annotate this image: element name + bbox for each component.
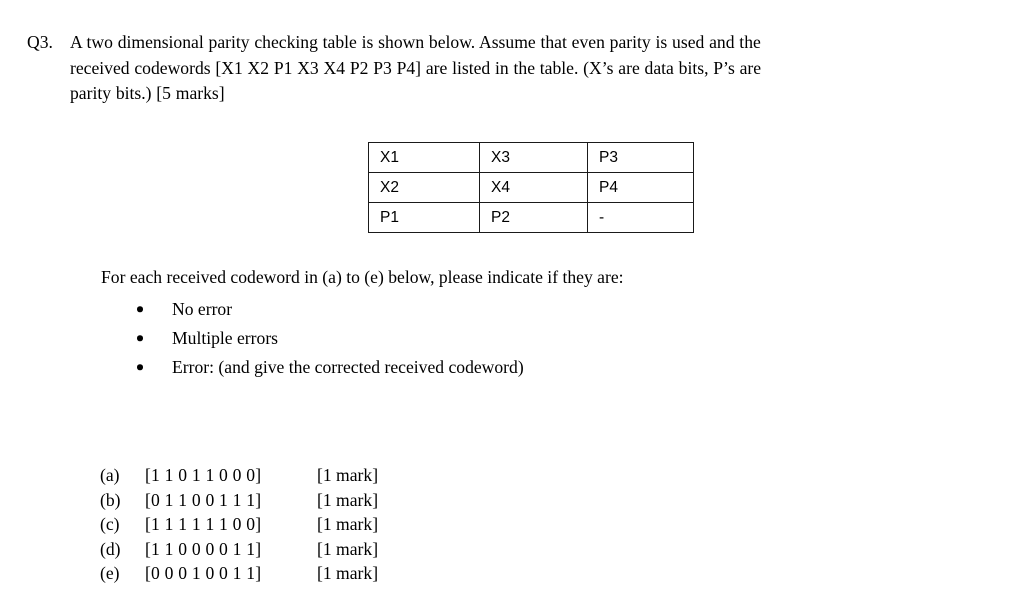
table-cell-p2: P2 [479,202,588,233]
table-cell-p4: P4 [587,172,694,203]
table-cell-x3: X3 [479,142,588,173]
codeword-row-b: (b) [0 1 1 0 0 1 1 1] [1 mark] [100,488,378,513]
list-item-label: No error [172,298,233,319]
codeword-bits: [1 1 1 1 1 1 0 0] [145,514,262,535]
bullet-point-icon [137,335,143,341]
bullet-point-icon [137,306,143,312]
list-item: No error [101,295,961,324]
list-item-label: Multiple errors [172,327,279,348]
table-row: X1 X3 P3 [368,142,694,173]
table-cell-p1: P1 [368,202,480,233]
list-item: Multiple errors [101,324,961,353]
list-item-label: Error: (and give the corrected received … [172,356,524,377]
table-cell-x1: X1 [368,142,480,173]
question-stem-text: A two dimensional parity checking table … [70,30,1007,107]
codeword-label: (a) [100,465,120,485]
codeword-bits: [0 0 0 1 0 0 1 1] [145,563,262,584]
question-number-label: Q3. [27,32,53,52]
table-cell-x2: X2 [368,172,480,203]
table-cell-unused: - [587,202,694,233]
question-row: Q3. A two dimensional parity checking ta… [27,30,1007,107]
codeword-row-d: (d) [1 1 0 0 0 0 1 1] [1 mark] [100,537,378,562]
answer-options-list: No error Multiple errors Error: (and giv… [101,295,961,382]
parity-table-container: X1 X3 P3 X2 X4 P4 P1 P2 - [368,142,694,233]
codeword-bits: [1 1 0 0 0 0 1 1] [145,538,262,559]
codeword-bits: [1 1 0 1 1 0 0 0] [145,465,262,485]
codeword-mark: [1 mark] [317,489,379,510]
table-row: X2 X4 P4 [368,172,694,203]
table-cell-p3: P3 [587,142,694,173]
question-stem-line: A two dimensional parity checking table … [70,32,761,52]
codeword-label: (d) [100,538,121,559]
codeword-label: (c) [100,514,120,535]
codeword-mark: [1 mark] [317,538,379,559]
codeword-row-e: (e) [0 0 0 1 0 0 1 1] [1 mark] [100,561,378,586]
codeword-list: (a) [1 1 0 1 1 0 0 0] [1 mark] (b) [0 1 … [100,463,378,586]
table-cell-x4: X4 [479,172,588,203]
question-stem-line: parity bits.) [5 marks] [70,83,225,103]
codeword-mark: [1 mark] [317,563,379,584]
question-stem-line: received codewords [X1 X2 P1 X3 X4 P2 P3… [70,57,762,78]
codeword-row-c: (c) [1 1 1 1 1 1 0 0] [1 mark] [100,512,378,537]
instructions-block: For each received codeword in (a) to (e)… [101,265,961,382]
bullet-point-icon [137,364,143,370]
codeword-label: (b) [100,489,121,510]
exam-question-page: Q3. A two dimensional parity checking ta… [0,0,1024,613]
question-block: Q3. A two dimensional parity checking ta… [27,30,1007,107]
codeword-mark: [1 mark] [317,465,379,485]
codeword-bits: [0 1 1 0 0 1 1 1] [145,489,262,510]
table-row: P1 P2 - [368,202,694,233]
instructions-lead-text: For each received codeword in (a) to (e)… [101,267,624,287]
codeword-row-a: (a) [1 1 0 1 1 0 0 0] [1 mark] [100,463,378,488]
list-item: Error: (and give the corrected received … [101,353,961,382]
codeword-label: (e) [100,563,120,584]
parity-checking-table: X1 X3 P3 X2 X4 P4 P1 P2 - [368,142,694,233]
codeword-mark: [1 mark] [317,514,379,535]
